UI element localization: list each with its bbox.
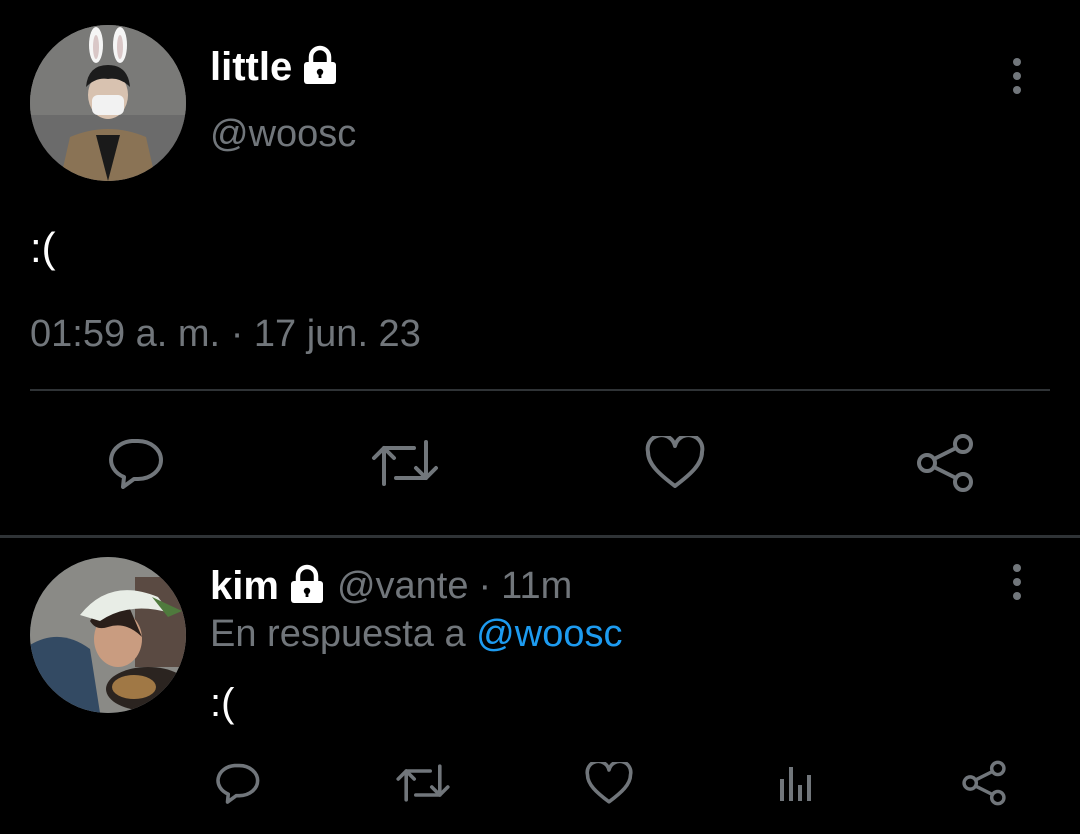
lock-icon [302,45,338,90]
tweet-timestamp: 01:59 a. m. · 17 jun. 23 [30,312,421,356]
reply-button[interactable] [208,754,266,812]
avatar-little[interactable] [30,25,186,181]
analytics-icon [780,767,811,801]
retweet-button[interactable] [392,754,454,812]
reply-icon [109,439,163,489]
author-name[interactable]: little [210,44,292,90]
share-icon [917,434,973,492]
like-button[interactable] [640,430,710,496]
like-button[interactable] [580,754,638,812]
avatar-image [30,557,186,713]
share-button[interactable] [910,430,980,496]
retweet-icon [396,764,450,802]
analytics-button[interactable] [768,754,824,812]
reply-author-name[interactable]: kim [210,563,279,609]
reply-separator: · [478,565,492,607]
section-divider [0,535,1080,538]
in-reply-prefix: En respuesta a [210,613,466,655]
author-handle[interactable]: @woosc [210,112,356,156]
tweet-time: 01:59 a. m. [30,313,221,355]
retweet-button[interactable] [368,430,442,496]
share-button[interactable] [955,754,1013,812]
author-name-row: little [210,44,338,90]
like-icon [645,436,705,488]
more-vertical-icon[interactable] [1012,564,1022,600]
like-icon [585,761,633,804]
tweet-text: :( [30,224,56,271]
reply-age: 11m [501,565,573,607]
divider [30,389,1050,391]
tweet-date: 17 jun. 23 [253,313,421,355]
avatar-image [30,25,186,181]
reply-author-handle[interactable]: @vante [337,563,469,609]
reply-header: kim @vante · 11m [210,563,572,609]
timestamp-separator: · [230,313,244,355]
in-reply-to: En respuesta a @woosc [210,612,622,656]
reply-text: :( [210,681,235,725]
in-reply-handle-link[interactable]: @woosc [476,613,622,655]
more-vertical-icon[interactable] [1012,58,1022,94]
lock-icon [289,564,325,609]
share-icon [962,760,1006,806]
retweet-icon [372,440,438,486]
avatar-kim[interactable] [30,557,186,713]
reply-icon [216,763,260,804]
reply-button[interactable] [100,430,170,496]
